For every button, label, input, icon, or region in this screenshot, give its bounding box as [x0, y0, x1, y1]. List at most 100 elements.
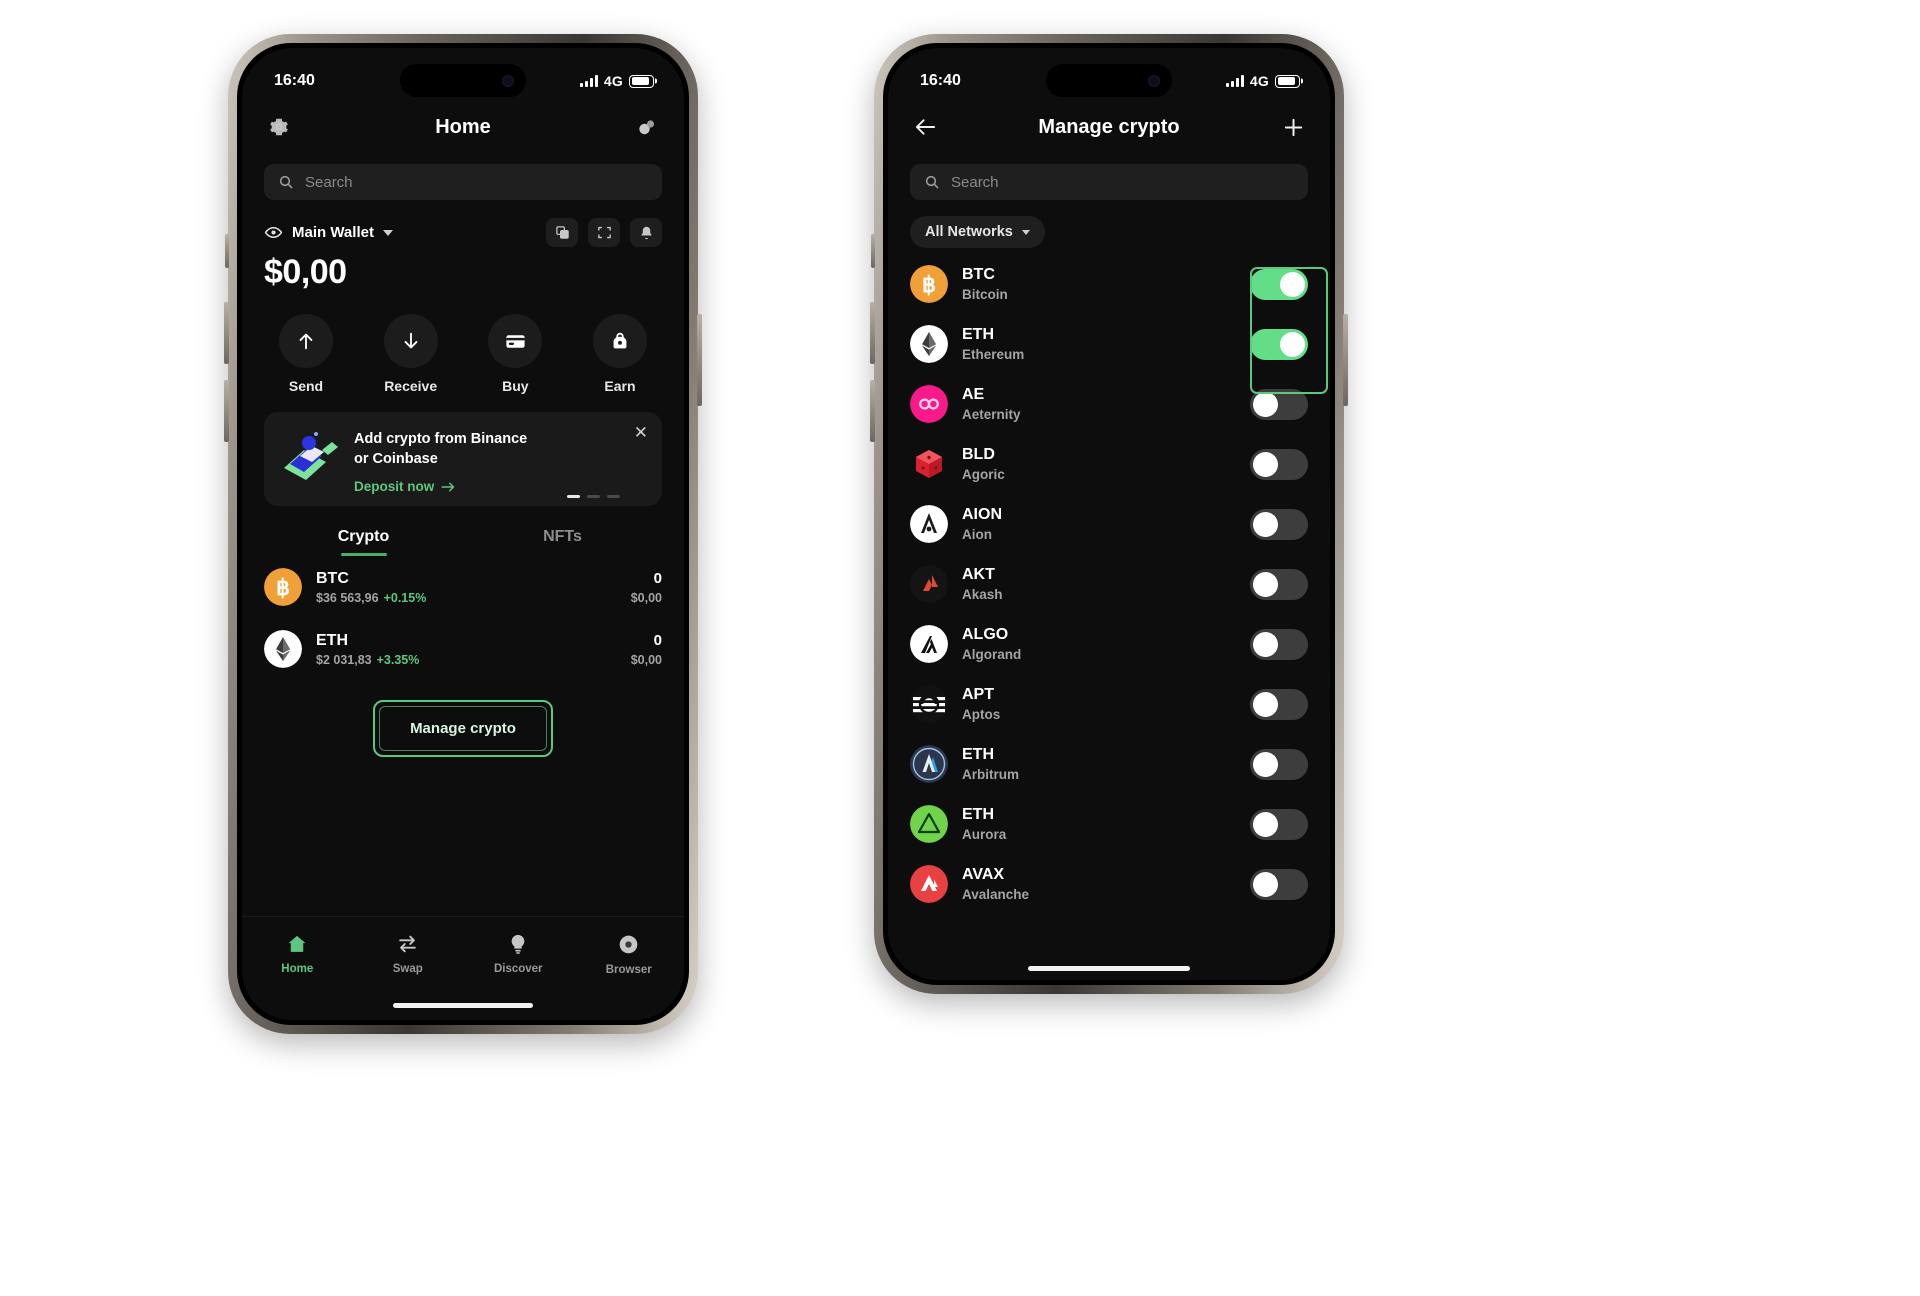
close-icon[interactable]: ✕ [634, 424, 648, 441]
promo-banner[interactable]: Add crypto from Binance or Coinbase Depo… [264, 412, 662, 507]
carousel-dot[interactable] [587, 495, 600, 499]
copy-icon[interactable] [546, 218, 578, 247]
volume-up-button[interactable] [224, 302, 229, 364]
asset-holdings: 0 $0,00 [631, 570, 662, 605]
nav-item-swap[interactable]: Swap [353, 933, 464, 975]
chevron-down-icon [382, 229, 393, 236]
arrow-left-icon[interactable] [910, 112, 940, 142]
quick-action-buy[interactable]: Buy [477, 314, 553, 394]
coin-toggle-aion[interactable] [1250, 508, 1308, 540]
search-input[interactable]: Search [910, 164, 1308, 200]
nav-item-discover[interactable]: Discover [463, 933, 574, 975]
manage-crypto-highlight: Manage crypto [373, 700, 553, 758]
asset-amount: 0 [653, 631, 662, 649]
volume-down-button[interactable] [224, 380, 229, 442]
search-input[interactable]: Search [264, 164, 662, 200]
coin-toggle-aurora[interactable] [1250, 808, 1308, 840]
wallet-row: Main Wallet [264, 218, 662, 247]
coin-info: APT Aptos [962, 686, 1236, 722]
svg-text:฿: ฿ [276, 575, 290, 600]
home-indicator[interactable] [393, 1003, 533, 1008]
signal-icon [579, 75, 598, 87]
app-header: Home [242, 100, 684, 154]
asset-price-row: $2 031,83 +3.35% [316, 653, 617, 667]
asset-list: ฿ BTC $36 563,96 +0.15% 0 $0,00 ETH $2 0… [242, 556, 684, 680]
volume-down-button[interactable] [870, 380, 875, 442]
list-item[interactable]: AE Aeternity [888, 374, 1330, 434]
gear-icon[interactable] [264, 112, 294, 142]
quick-action-receive[interactable]: Receive [373, 314, 449, 394]
table-row[interactable]: ฿ BTC $36 563,96 +0.15% 0 $0,00 [242, 556, 684, 618]
coin-symbol: AVAX [962, 866, 1005, 883]
list-item[interactable]: ฿ BTC Bitcoin [888, 254, 1330, 314]
wallet-balance: $0,00 [264, 253, 347, 291]
asset-amount: 0 [653, 569, 662, 587]
nav-item-browser[interactable]: Browser [574, 933, 685, 976]
asset-info: BTC $36 563,96 +0.15% [316, 570, 617, 605]
nav-label: Discover [493, 963, 543, 975]
coin-toggle-arbitrum[interactable] [1250, 748, 1308, 780]
list-item[interactable]: AKT Akash [888, 554, 1330, 614]
list-item[interactable]: ETH Ethereum [888, 314, 1330, 374]
toggle-knob [1253, 691, 1278, 717]
carousel-dot[interactable] [607, 495, 620, 499]
list-item[interactable]: AVAX Avalanche [888, 854, 1330, 914]
network-label: 4G [1249, 73, 1269, 89]
screenshot-canvas: 16:40 4G Home Search Main Wallet $0,00 S… [0, 0, 1920, 1296]
toggle-knob [1253, 751, 1278, 777]
coin-toggle-akt[interactable] [1250, 568, 1308, 600]
list-item[interactable]: BLD Agoric [888, 434, 1330, 494]
wallet-selector[interactable]: Main Wallet [264, 223, 393, 242]
coin-name: Aion [962, 527, 992, 542]
power-button[interactable] [697, 314, 702, 406]
deposit-illustration-icon [278, 428, 342, 486]
coin-toggle-avax[interactable] [1250, 868, 1308, 900]
coin-toggle-apt[interactable] [1250, 688, 1308, 720]
plus-icon[interactable] [1278, 112, 1308, 142]
quick-action-label: Buy [502, 378, 529, 394]
coins-icon[interactable] [632, 112, 662, 142]
btc-icon: ฿ [264, 568, 302, 607]
tab-nfts[interactable]: NFTs [463, 528, 662, 556]
coin-toggle-eth[interactable] [1250, 328, 1308, 360]
coin-toggle-ae[interactable] [1250, 388, 1308, 420]
carousel-dot[interactable] [567, 495, 580, 499]
quick-action-send[interactable]: Send [268, 314, 344, 394]
manage-crypto-button[interactable]: Manage crypto [379, 706, 547, 752]
list-item[interactable]: ETH Aurora [888, 794, 1330, 854]
list-item[interactable]: ALGO Algorand [888, 614, 1330, 674]
table-row[interactable]: ETH $2 031,83 +3.35% 0 $0,00 [242, 618, 684, 680]
mute-switch[interactable] [225, 234, 229, 268]
coin-info: BTC Bitcoin [962, 266, 1236, 302]
coin-toggle-bld[interactable] [1250, 448, 1308, 480]
bell-icon[interactable] [630, 218, 662, 247]
list-item[interactable]: AION Aion [888, 494, 1330, 554]
coin-toggle-algo[interactable] [1250, 628, 1308, 660]
list-item[interactable]: APT Aptos [888, 674, 1330, 734]
coin-name: Algorand [962, 647, 1022, 662]
deposit-now-link[interactable]: Deposit now [354, 479, 527, 494]
coin-info: AE Aeternity [962, 386, 1236, 422]
power-button[interactable] [1343, 314, 1348, 406]
mute-switch[interactable] [871, 234, 875, 268]
arrow-down-icon [383, 314, 438, 368]
network-filter-dropdown[interactable]: All Networks [910, 216, 1045, 248]
nav-item-home[interactable]: Home [242, 933, 353, 975]
agoric-icon [910, 445, 948, 483]
volume-up-button[interactable] [870, 302, 875, 364]
home-screen: 16:40 4G Home Search Main Wallet $0,00 S… [242, 48, 684, 1020]
quick-action-earn[interactable]: Earn [582, 314, 658, 394]
scan-icon[interactable] [588, 218, 620, 247]
home-indicator[interactable] [1028, 966, 1190, 971]
coin-symbol: ALGO [962, 626, 1009, 643]
coin-symbol: AION [962, 506, 1002, 523]
quick-action-label: Send [288, 378, 324, 394]
search-placeholder: Search [305, 173, 353, 191]
list-item[interactable]: ETH Arbitrum [888, 734, 1330, 794]
coin-toggle-btc[interactable] [1250, 268, 1308, 300]
tab-crypto[interactable]: Crypto [264, 528, 463, 556]
manage-crypto-area: Manage crypto [242, 700, 684, 758]
asset-info: ETH $2 031,83 +3.35% [316, 632, 617, 667]
akash-icon [910, 565, 948, 603]
toggle-knob [1280, 331, 1305, 357]
